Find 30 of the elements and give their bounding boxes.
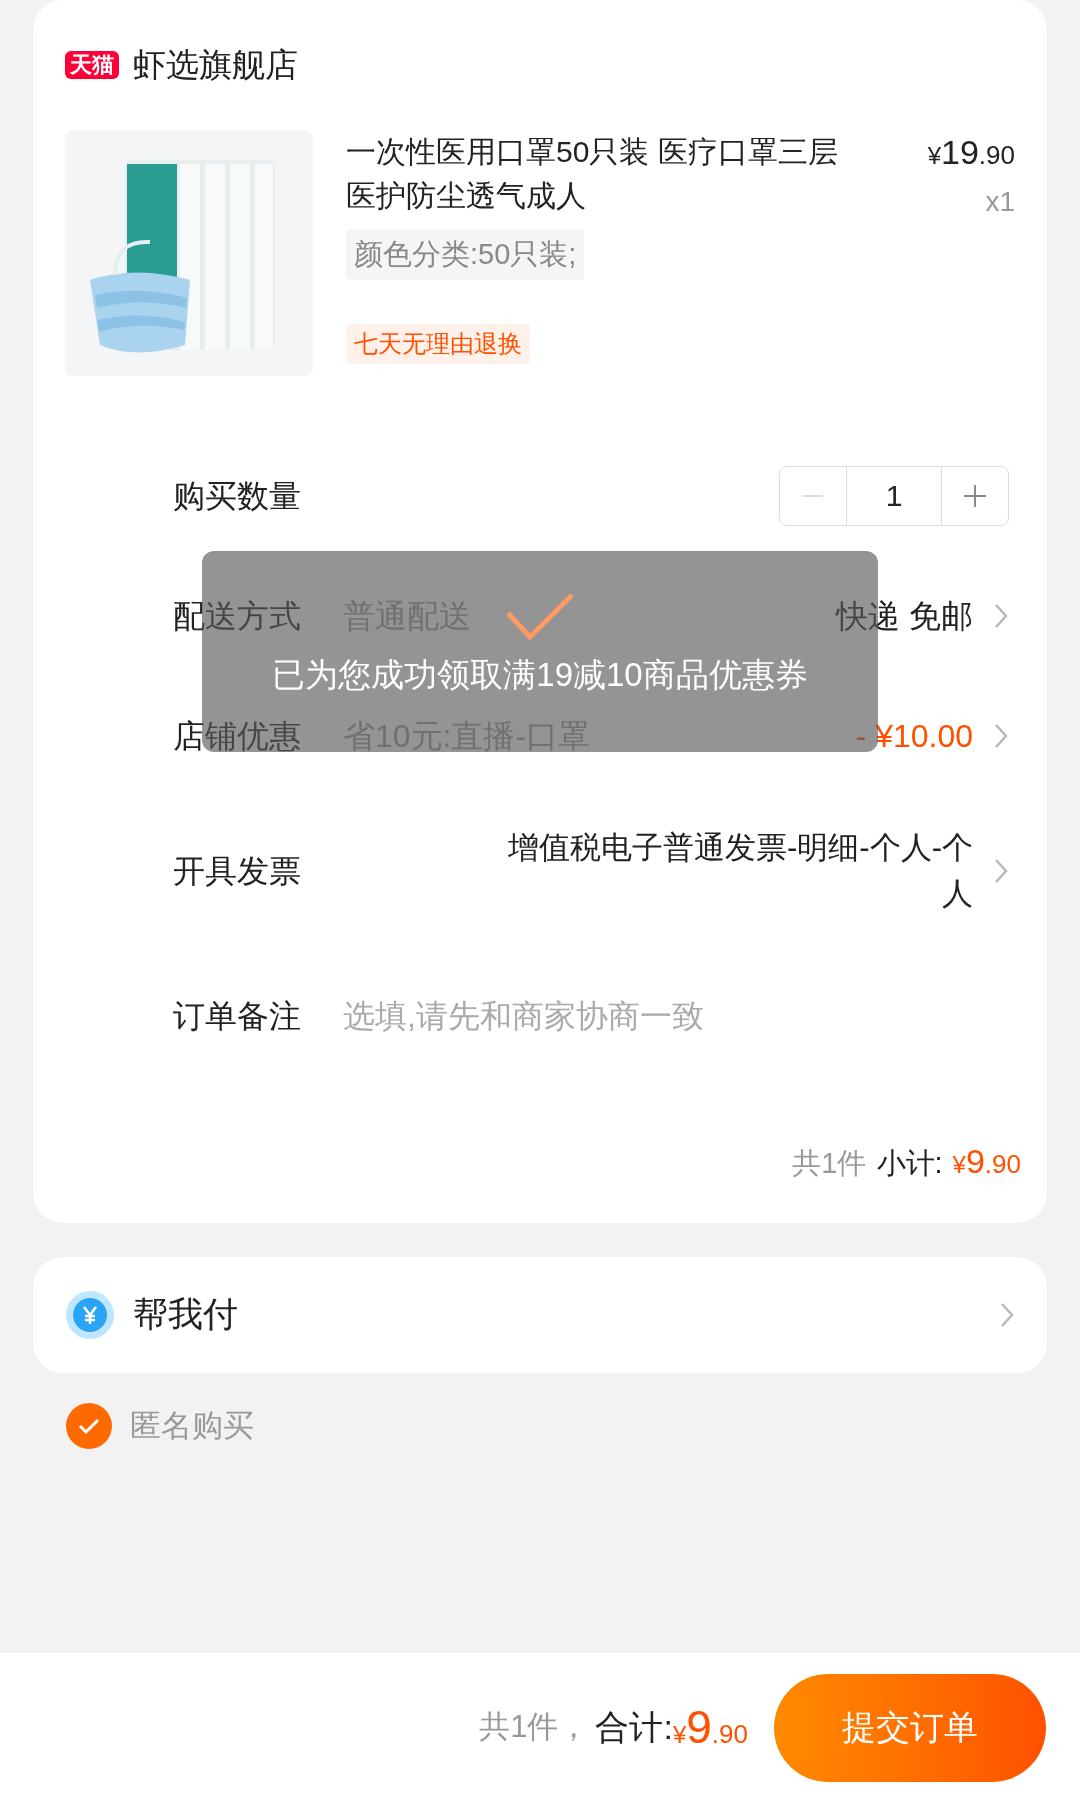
checkmark-icon bbox=[504, 591, 576, 643]
product-spec: 颜色分类:50只装; bbox=[346, 228, 585, 280]
quantity-label: x1 bbox=[985, 184, 1015, 219]
quantity-value: 1 bbox=[846, 466, 942, 525]
store-name: 虾选旗舰店 bbox=[133, 45, 298, 85]
anonymous-label: 匿名购买 bbox=[130, 1406, 254, 1445]
row-label: 订单备注 bbox=[173, 996, 302, 1036]
invoice-type: 增值税电子普通发票-明细-个人-个人 bbox=[507, 828, 973, 913]
check-icon bbox=[77, 1416, 101, 1435]
subtotal-price: ¥9.90 bbox=[952, 1140, 1021, 1182]
total-label: 合计: bbox=[595, 1707, 673, 1748]
pay-for-me-label: 帮我付 bbox=[133, 1293, 239, 1336]
product-price: ¥19.90 bbox=[927, 131, 1015, 173]
toast-message: 已为您成功领取满19减10商品优惠券 bbox=[272, 655, 808, 695]
pay-for-me-card[interactable]: 帮我付 bbox=[33, 1256, 1047, 1373]
yuan-coin-icon bbox=[65, 1289, 115, 1340]
discount-amount: - ¥10.00 bbox=[855, 716, 973, 756]
item-count: 共1件 bbox=[792, 1145, 867, 1181]
row-label: 购买数量 bbox=[173, 476, 301, 516]
note-field[interactable]: 选填,请先和商家协商一致 bbox=[343, 991, 1009, 1040]
anonymous-checkbox[interactable] bbox=[66, 1402, 112, 1449]
plus-icon bbox=[964, 484, 986, 507]
product-title: 一次性医用口罩50只装 医疗口罩三层医护防尘透气成人 bbox=[346, 133, 839, 214]
delivery-option: 快递 免邮 bbox=[836, 591, 973, 640]
total-price: ¥9.90 bbox=[672, 1700, 748, 1755]
store-badge: 天猫 bbox=[65, 50, 119, 79]
return-tag: 七天无理由退换 bbox=[346, 324, 530, 364]
total-count: 共1件， bbox=[479, 1708, 590, 1747]
subtotal-label: 小计: bbox=[876, 1145, 943, 1181]
row-label: 开具发票 bbox=[173, 851, 302, 891]
